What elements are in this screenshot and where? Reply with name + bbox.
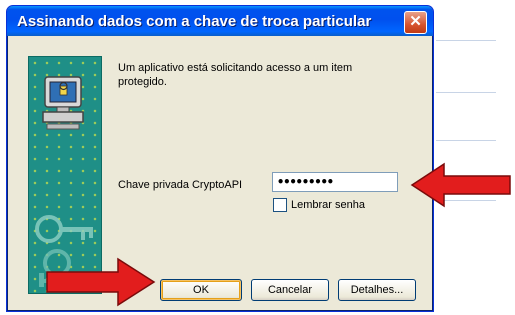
computer-icon — [42, 76, 84, 130]
ok-button[interactable]: OK — [160, 279, 242, 301]
request-message: Um aplicativo está solicitando acesso a … — [118, 62, 353, 88]
remember-password-label: Lembrar senha — [291, 198, 365, 211]
background-app-right — [432, 0, 515, 315]
red-arrow-icon — [410, 162, 511, 208]
password-field[interactable]: ••••••••• — [272, 172, 398, 192]
cancel-button[interactable]: Cancelar — [251, 279, 329, 301]
close-icon: ✕ — [409, 13, 422, 30]
details-button[interactable]: Detalhes... — [338, 279, 416, 301]
title-bar[interactable]: Assinando dados com a chave de troca par… — [7, 6, 433, 36]
close-button[interactable]: ✕ — [404, 11, 427, 34]
checkbox-icon[interactable] — [273, 198, 287, 212]
window-title: Assinando dados com a chave de troca par… — [17, 13, 372, 30]
red-arrow-icon — [46, 257, 156, 307]
password-label: Chave privada CryptoAPI — [118, 179, 243, 191]
remember-password-checkbox[interactable]: Lembrar senha — [273, 198, 365, 212]
